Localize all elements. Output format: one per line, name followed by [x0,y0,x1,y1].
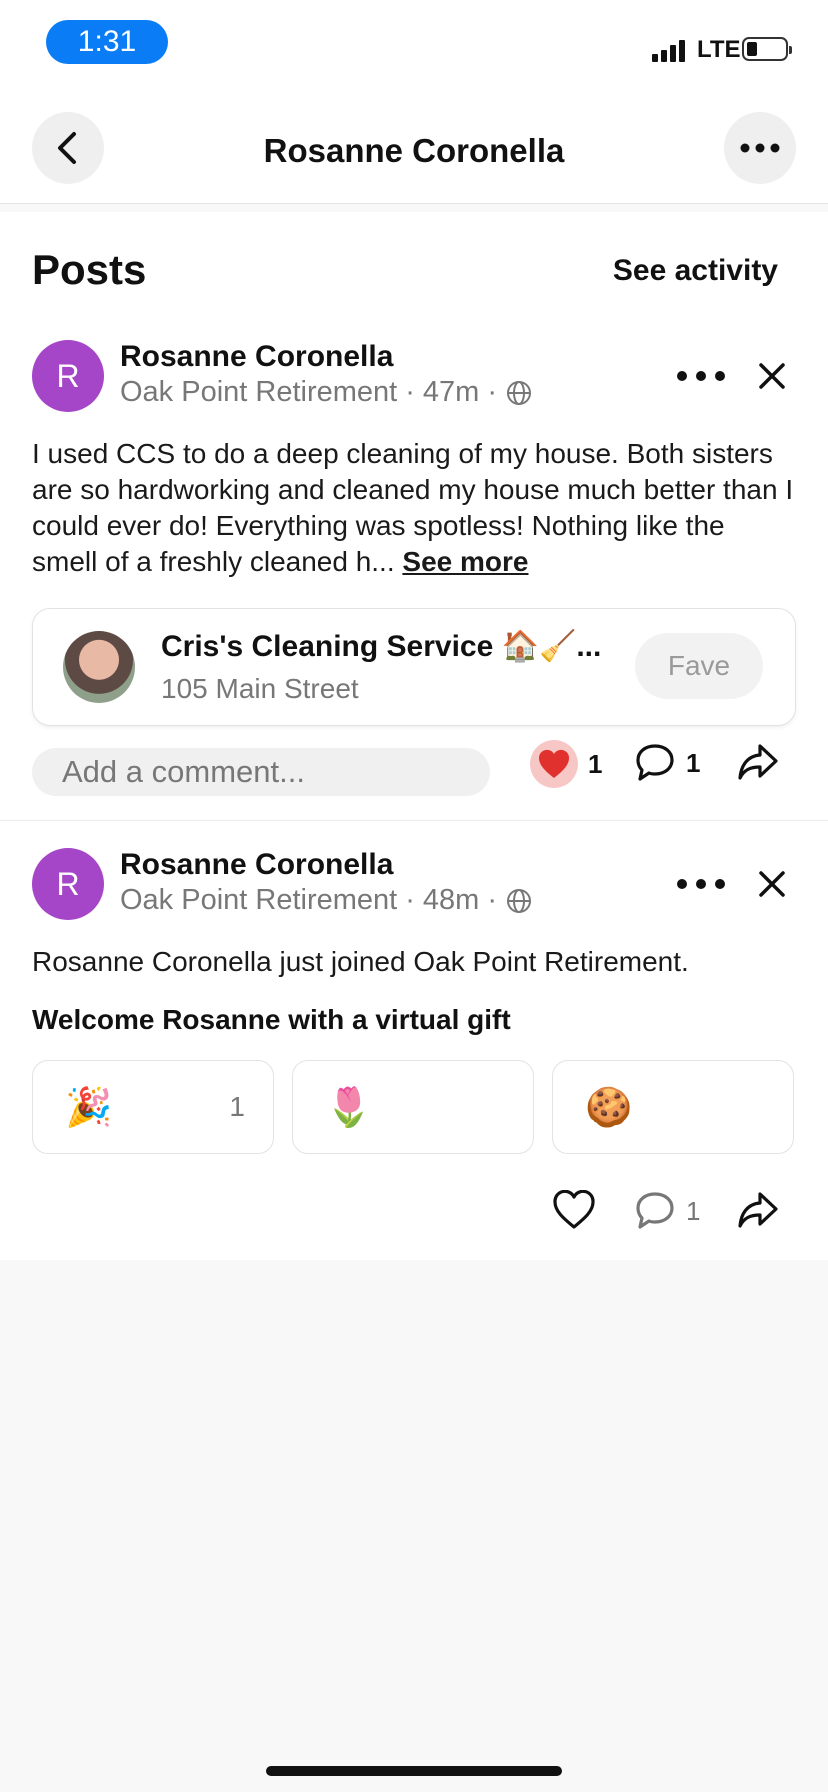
comment-input[interactable]: Add a comment... [32,748,490,796]
heart-filled-icon [538,749,570,778]
see-more-link[interactable]: See more [402,546,528,577]
like-count: 1 [588,748,603,779]
gift-option-cookie[interactable]: 🍪 [552,1060,794,1154]
posts-feed: Posts See activity R Rosanne Coronella O… [0,212,828,1260]
comment-count: 1 [686,747,701,778]
like-action[interactable]: 1 [530,740,602,788]
business-address: 105 Main Street [161,673,359,704]
header-bar: Rosanne Coronella [0,92,828,204]
author-name[interactable]: Rosanne Coronella [120,340,393,374]
share-icon[interactable] [736,742,780,784]
community-name[interactable]: Oak Point Retirement [120,884,397,917]
home-indicator[interactable] [266,1766,562,1776]
business-card[interactable]: Cris's Cleaning Service 🏠🧹... 105 Main S… [32,608,796,726]
gift-option-party[interactable]: 🎉 1 [32,1060,274,1154]
party-popper-icon: 🎉 [65,1085,113,1129]
post-body-text: Rosanne Coronella just joined Oak Point … [32,946,689,977]
cookie-icon: 🍪 [585,1085,633,1129]
post-divider [0,820,828,821]
tulip-icon: 🌷 [325,1085,373,1129]
posts-heading: Posts [32,246,147,293]
gift-heading: Welcome Rosanne with a virtual gift [32,1004,511,1035]
gift-option-tulip[interactable]: 🌷 [292,1060,534,1154]
see-activity-link[interactable]: See activity [613,254,778,288]
post-meta: Oak Point Retirement · 47m · [120,376,533,409]
author-avatar[interactable]: R [32,848,104,920]
more-options-button[interactable] [724,112,796,184]
business-name: Cris's Cleaning Service 🏠🧹... [161,630,602,663]
comment-icon [636,744,674,781]
post-options-icon[interactable] [676,370,726,382]
network-label: LTE [697,36,741,63]
post-text: I used CCS to do a deep cleaning of my h… [32,436,796,580]
battery-icon [742,37,792,61]
comment-action[interactable]: 1 [634,742,700,784]
more-icon [740,143,780,153]
globe-icon [507,380,531,405]
page-title: Rosanne Coronella [263,132,565,169]
post-card: R Rosanne Coronella Oak Point Retirement… [0,848,828,1268]
share-icon[interactable] [736,1190,780,1232]
comment-count: 1 [686,1195,701,1226]
fave-button[interactable]: Fave [635,633,763,699]
post-options-icon[interactable] [676,878,726,890]
post-time: 47m [422,376,480,408]
author-name[interactable]: Rosanne Coronella [120,848,393,882]
business-photo [63,631,135,703]
comment-action[interactable]: 1 [634,1190,700,1232]
post-time: 48m [422,884,480,916]
heart-outline-icon[interactable] [552,1190,596,1230]
comment-icon [636,1192,674,1229]
community-name[interactable]: Oak Point Retirement [120,376,397,409]
signal-icon [652,40,688,62]
gift-count: 1 [229,1091,245,1122]
globe-icon [507,888,531,913]
status-bar: 1:31 LTE [0,0,828,92]
close-icon[interactable] [756,360,788,392]
post-meta: Oak Point Retirement · 48m · [120,884,533,917]
author-avatar[interactable]: R [32,340,104,412]
close-icon[interactable] [756,868,788,900]
status-time: 1:31 [46,20,168,64]
